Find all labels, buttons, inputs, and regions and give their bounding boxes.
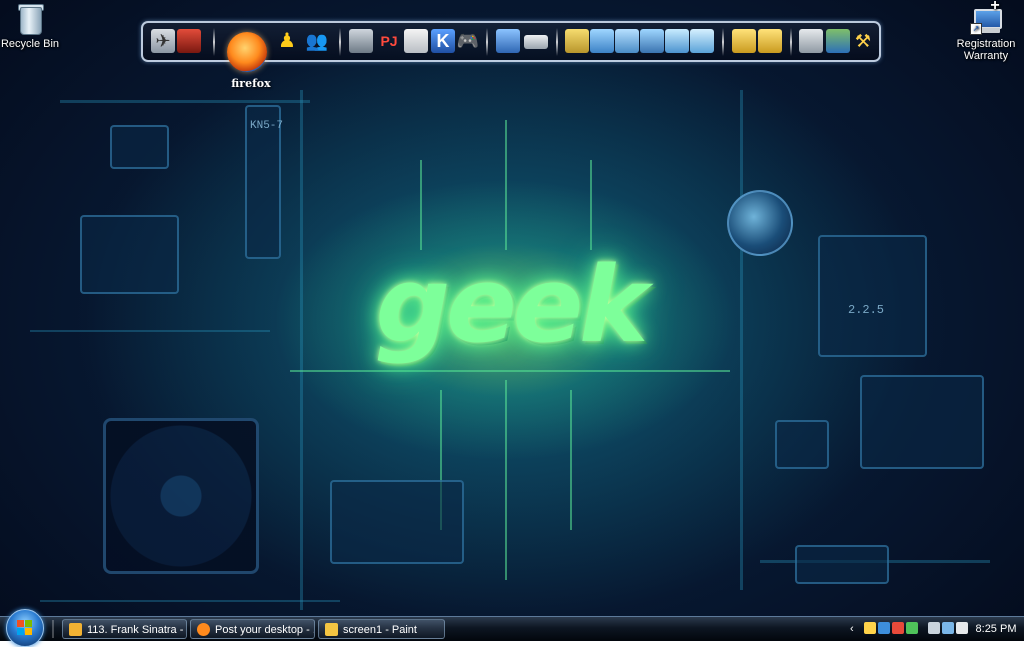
recycle-bin-label: Recycle Bin xyxy=(0,38,60,50)
drive-tool-icon[interactable] xyxy=(349,29,373,53)
windows-logo-icon xyxy=(25,628,32,635)
drive-icon[interactable] xyxy=(524,35,548,49)
dock-separator xyxy=(790,28,792,56)
battery-tray-icon[interactable] xyxy=(928,622,940,634)
folder-download-icon[interactable] xyxy=(590,29,614,53)
pdf-tool-icon[interactable]: PJ xyxy=(377,29,401,53)
taskbar-separator xyxy=(52,620,54,638)
tray-expand-button[interactable]: ‹ xyxy=(850,617,854,641)
start-button[interactable] xyxy=(6,609,44,647)
circuit-trace xyxy=(570,390,572,530)
chip-label: KN5-7 xyxy=(250,120,284,132)
dock-separator xyxy=(556,28,558,56)
registration-warranty-icon: + ↗ xyxy=(970,0,1002,35)
circuit-trace xyxy=(300,90,303,610)
chip-square xyxy=(80,215,179,294)
folder-documents-icon[interactable] xyxy=(665,29,689,53)
dock-separator xyxy=(339,28,341,56)
registration-warranty-shortcut[interactable]: + ↗ Registration Warranty xyxy=(951,0,1021,62)
volume-icon[interactable] xyxy=(956,622,968,634)
chip-large xyxy=(860,375,984,469)
circuit-trace xyxy=(590,160,592,250)
circuit-trace xyxy=(60,100,310,103)
network-icon[interactable] xyxy=(826,29,850,53)
launcher-dock: ✈ ♟ 👥 PJ K 🎮 ⚒ xyxy=(141,21,881,72)
taskbar-item-label: screen1 - Paint xyxy=(343,624,417,636)
airplane-app-icon[interactable]: ✈ xyxy=(151,29,175,53)
dock-separator xyxy=(213,28,215,56)
computer-icon[interactable] xyxy=(496,29,520,53)
taskbar-clock[interactable]: 8:25 PM xyxy=(974,617,1018,641)
security-tray-icon[interactable] xyxy=(892,622,904,634)
taskbar-item-paint[interactable]: screen1 - Paint xyxy=(318,619,445,639)
circuit-trace xyxy=(505,120,507,250)
taskbar-item-winamp[interactable]: 113. Frank Sinatra - ... xyxy=(62,619,187,639)
registration-warranty-label: Registration Warranty xyxy=(956,38,1016,62)
red-app-icon[interactable] xyxy=(177,29,201,53)
geek-logo: geek xyxy=(375,244,649,366)
aim-tray-icon[interactable] xyxy=(864,622,876,634)
cooling-fan xyxy=(103,418,259,574)
gamepad-icon[interactable]: 🎮 xyxy=(456,29,480,53)
circuit-trace xyxy=(505,380,507,580)
network-tray-icon[interactable] xyxy=(878,622,890,634)
chip-small xyxy=(110,125,169,169)
tools-icon[interactable] xyxy=(799,29,823,53)
folder-yellow-2-icon[interactable] xyxy=(758,29,782,53)
k-app-icon[interactable]: K xyxy=(431,29,455,53)
taskbar-item-label: 113. Frank Sinatra - ... xyxy=(87,624,187,636)
launcher-hover-label: firefox xyxy=(231,77,271,90)
circuit-trace xyxy=(40,600,340,602)
recycle-bin-icon xyxy=(14,3,46,35)
firefox-icon[interactable] xyxy=(227,32,267,72)
dock-separator xyxy=(486,28,488,56)
windows-logo-icon xyxy=(17,628,24,635)
windows-logo-icon xyxy=(25,620,32,627)
folder-music-icon[interactable] xyxy=(615,29,639,53)
chip-connector xyxy=(795,545,889,584)
folder-pictures-icon[interactable] xyxy=(640,29,664,53)
dock-separator xyxy=(722,28,724,56)
circuit-trace xyxy=(420,160,422,250)
connection-tray-icon[interactable] xyxy=(942,622,954,634)
aim-icon[interactable]: ♟ xyxy=(275,29,299,53)
winamp-icon xyxy=(69,623,82,636)
chip-label: 2.2.5 xyxy=(848,303,885,317)
shortcut-arrow-icon: ↗ xyxy=(970,23,982,35)
chip-cpu xyxy=(818,235,927,357)
circuit-trace xyxy=(30,330,270,332)
firefox-icon xyxy=(197,623,210,636)
taskbar-item-firefox[interactable]: Post your desktop - ... xyxy=(190,619,315,639)
disc-icon[interactable] xyxy=(404,29,428,53)
messenger-tray-icon[interactable] xyxy=(906,622,918,634)
desktop-wallpaper[interactable]: KN5-7 2.2.5 geek Recycle Bin + ↗ Registr… xyxy=(0,0,1024,647)
settings-icon[interactable]: ⚒ xyxy=(851,29,875,53)
capacitor-knob xyxy=(727,190,793,256)
paint-icon xyxy=(325,623,338,636)
chip-grid xyxy=(330,480,464,564)
recycle-bin-shortcut[interactable]: Recycle Bin xyxy=(0,3,65,50)
taskbar: 113. Frank Sinatra - ... Post your deskt… xyxy=(0,609,1024,647)
folder-video-icon[interactable] xyxy=(690,29,714,53)
folder-yellow-icon[interactable] xyxy=(732,29,756,53)
circuit-trace xyxy=(740,90,743,590)
circuit-trace xyxy=(290,370,730,372)
folder-green-icon[interactable] xyxy=(565,29,589,53)
chip-small xyxy=(775,420,829,469)
messenger-icon[interactable]: 👥 xyxy=(305,29,329,53)
windows-logo-icon xyxy=(17,620,24,627)
taskbar-item-label: Post your desktop - ... xyxy=(215,624,315,636)
